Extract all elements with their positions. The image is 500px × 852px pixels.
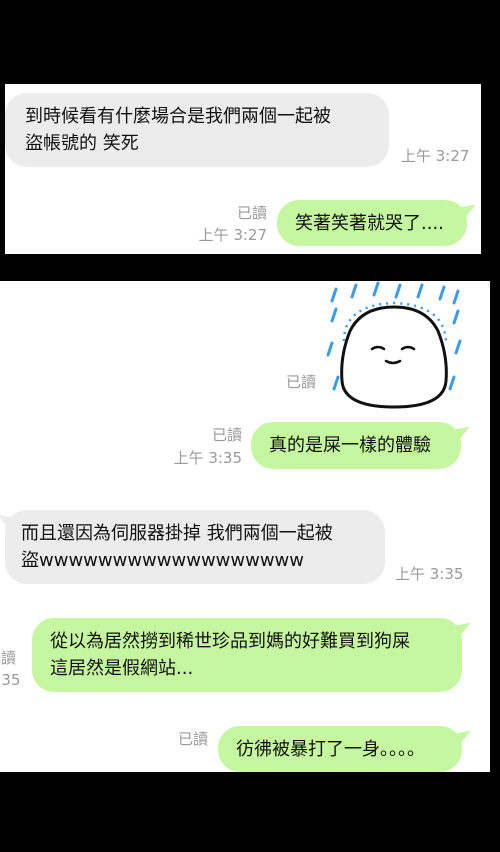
read-receipt: 已讀	[236, 204, 267, 222]
chat-panel-bottom: 已讀 已讀 上午 3:35 真的是屎一樣的體驗 而且還因為伺服器掛掉 我們兩個一…	[0, 281, 490, 772]
outgoing-message-bubble[interactable]: 笑著笑著就哭了....	[277, 200, 467, 246]
read-receipt: 已讀	[0, 649, 17, 667]
message-timestamp: 上午 3:35	[0, 671, 21, 689]
message-line: 笑著笑著就哭了....	[295, 213, 444, 234]
message-line: 從以為居然撈到稀世珍品到媽的好難買到狗屎	[50, 631, 410, 652]
chat-panel-top: 到時候看有什麼場合是我們兩個一起被 盜帳號的 笑死 上午 3:27 已讀 上午 …	[5, 84, 481, 254]
outgoing-message-bubble[interactable]: 彷彿被暴打了一身。。。。	[218, 726, 462, 772]
message-line: 到時候看有什麼場合是我們兩個一起被	[25, 106, 331, 127]
outgoing-message-bubble[interactable]: 從以為居然撈到稀世珍品到媽的好難買到狗屎 這居然是假網站...	[32, 618, 462, 692]
incoming-message-bubble[interactable]: 到時候看有什麼場合是我們兩個一起被 盜帳號的 笑死	[5, 93, 389, 167]
message-line: 盜wwwwwwwwwwwwwwwwww	[21, 550, 304, 571]
read-receipt: 已讀	[286, 373, 317, 391]
sticker[interactable]	[322, 281, 462, 413]
message-line: 真的是屎一樣的體驗	[269, 435, 431, 456]
message-timestamp: 上午 3:27	[401, 147, 470, 165]
crying-in-rain-blob-sticker-icon	[326, 281, 462, 409]
message-timestamp: 上午 3:35	[395, 565, 464, 583]
message-line: 彷彿被暴打了一身。。。。	[236, 739, 425, 760]
message-line: 這居然是假網站...	[50, 658, 194, 679]
read-receipt: 已讀	[177, 730, 208, 748]
outgoing-message-bubble[interactable]: 真的是屎一樣的體驗	[251, 422, 461, 469]
message-line: 盜帳號的 笑死	[25, 133, 139, 154]
incoming-message-bubble[interactable]: 而且還因為伺服器掛掉 我們兩個一起被 盜wwwwwwwwwwwwwwwwww	[5, 510, 385, 584]
message-timestamp: 上午 3:35	[173, 449, 242, 467]
message-timestamp: 上午 3:27	[198, 226, 267, 244]
message-line: 而且還因為伺服器掛掉 我們兩個一起被	[21, 523, 333, 544]
read-receipt: 已讀	[211, 426, 242, 444]
